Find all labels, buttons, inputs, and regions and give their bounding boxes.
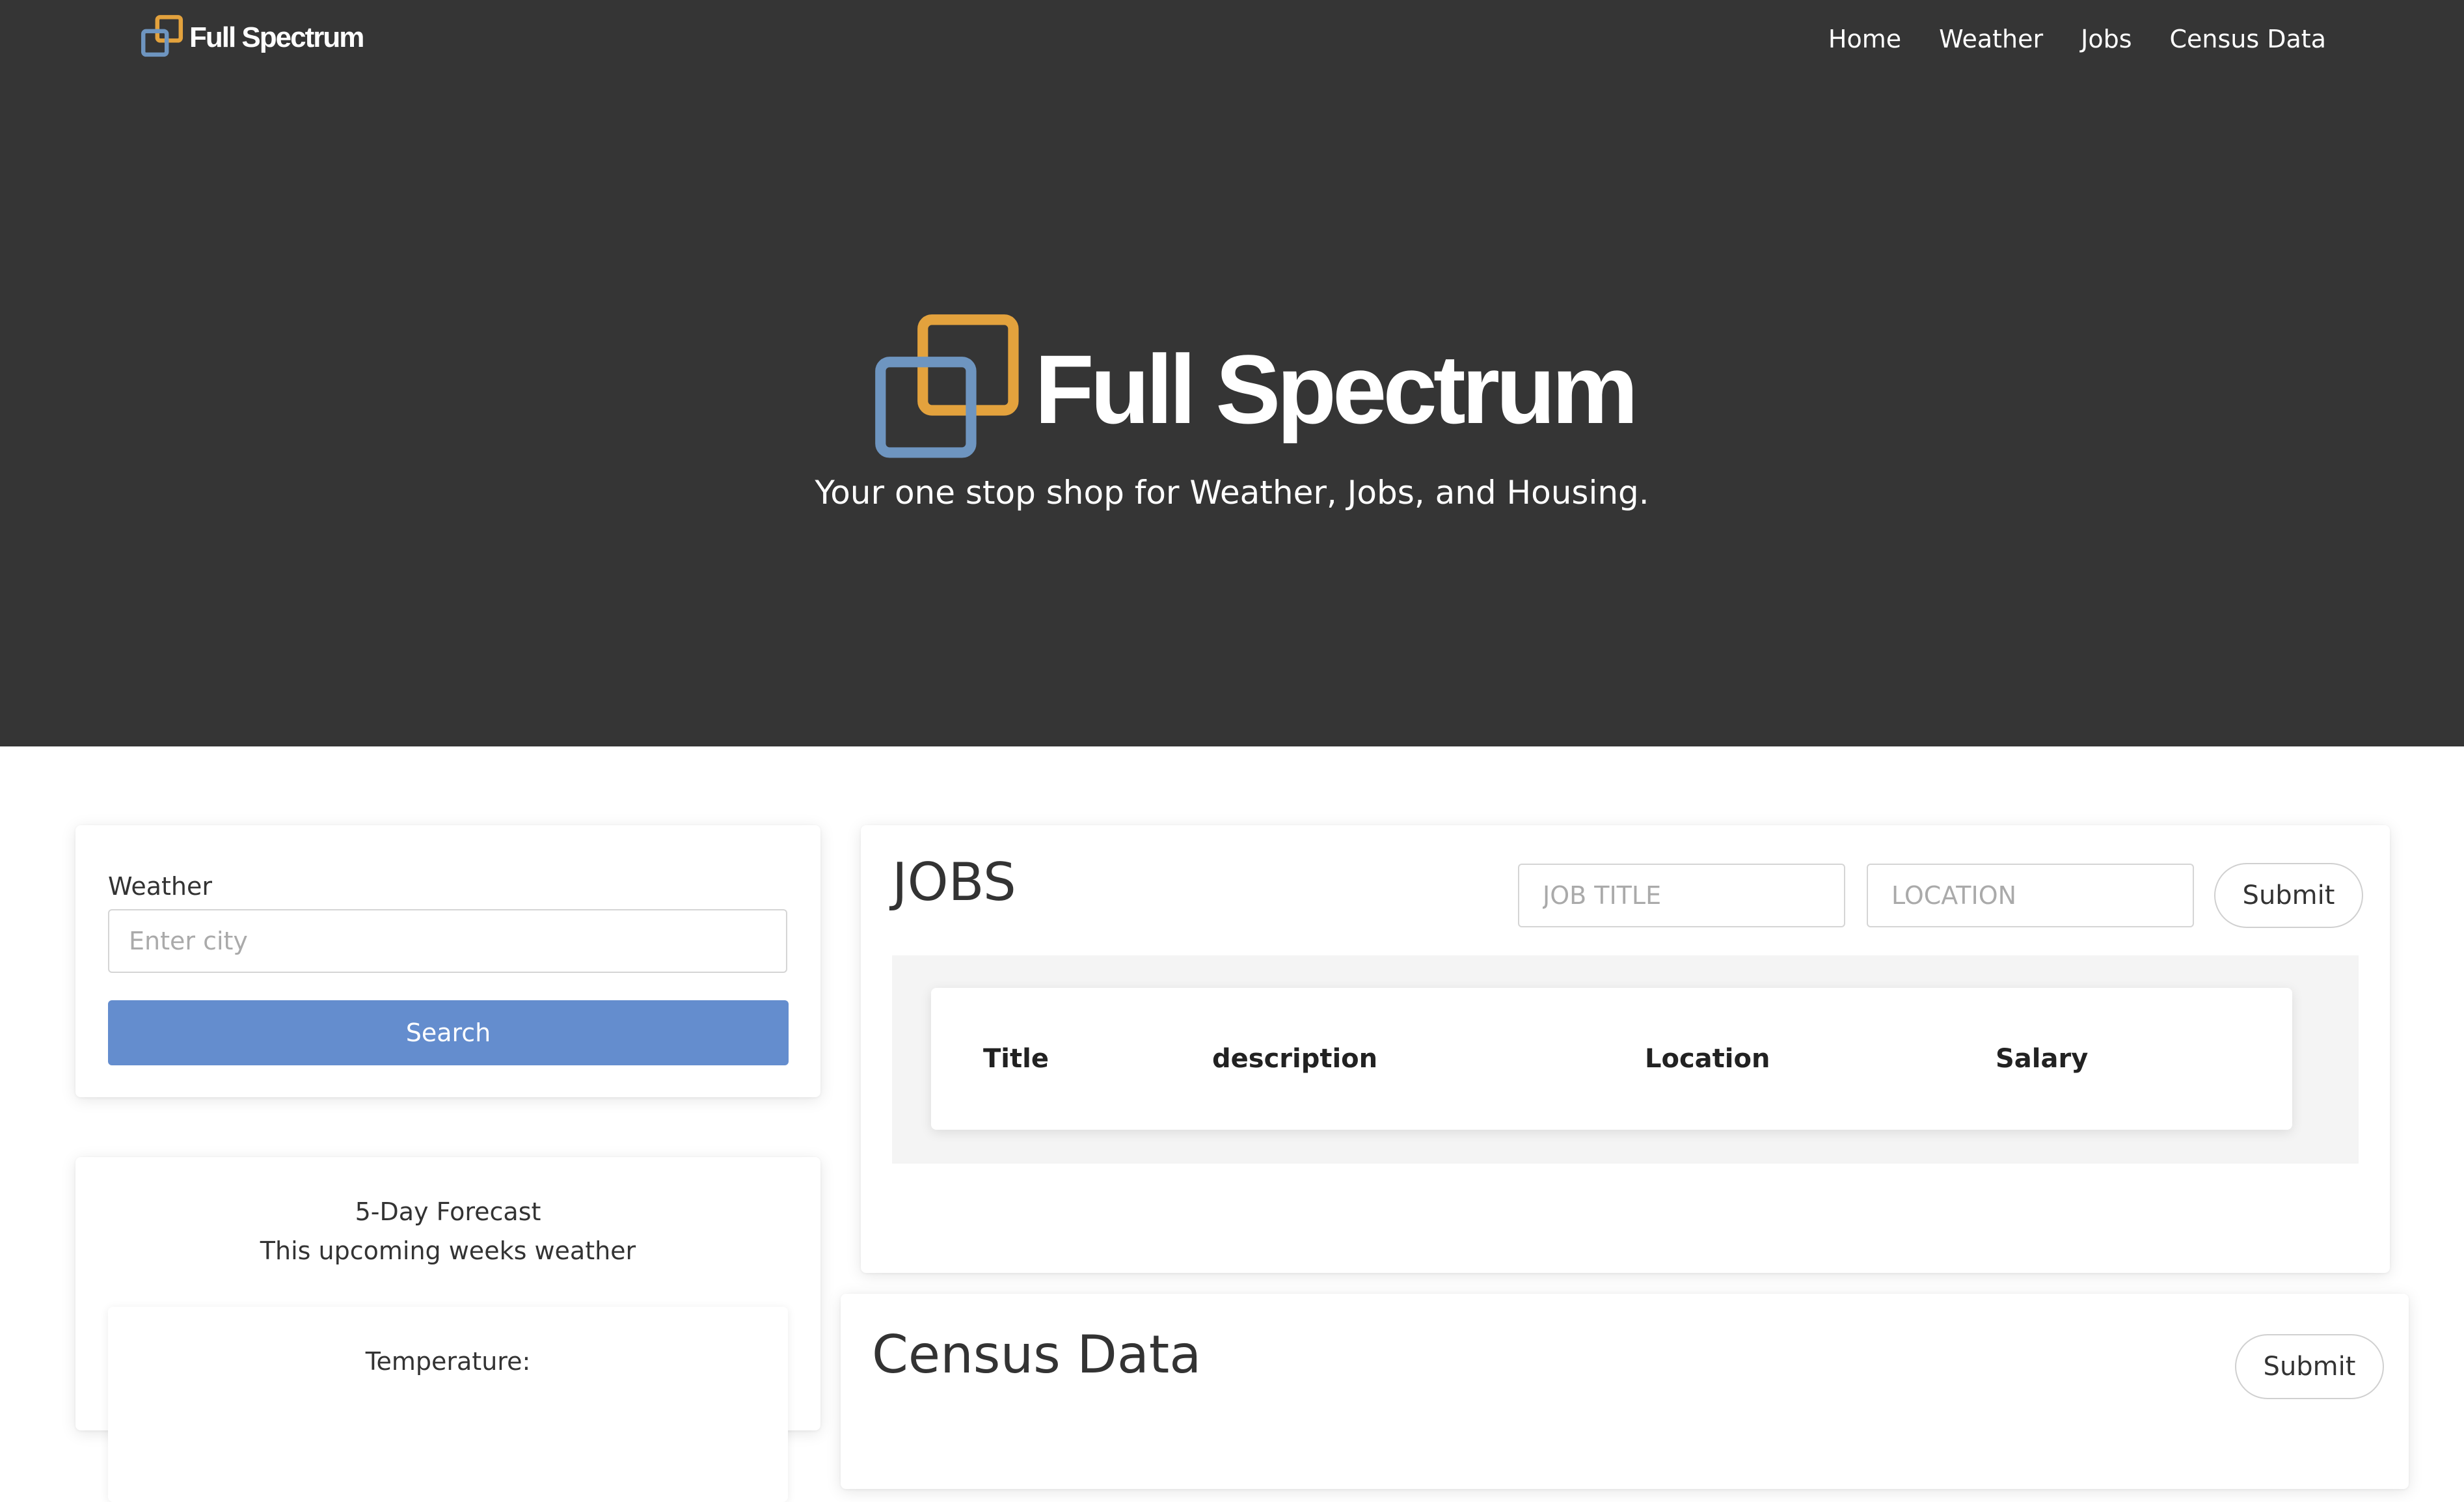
- nav-census-link[interactable]: Census Data: [2170, 20, 2327, 59]
- forecast-subtitle: This upcoming weeks weather: [260, 1236, 636, 1265]
- hero-banner: Full Spectrum Home Weather Jobs Census D…: [0, 0, 2464, 746]
- jobs-table-header: Title description Location Salary: [931, 988, 2292, 1130]
- city-input[interactable]: [108, 909, 787, 973]
- hero-logo: Full Spectrum: [874, 314, 1638, 465]
- main-nav: Home Weather Jobs Census Data: [1828, 20, 2326, 59]
- census-card: Census Data Submit: [841, 1294, 2409, 1489]
- forecast-title: 5-Day Forecast: [355, 1197, 541, 1226]
- hero-logo-text: Full Spectrum: [1035, 335, 1638, 444]
- nav-weather-link[interactable]: Weather: [1939, 20, 2043, 59]
- hero-logo-icon: [875, 314, 1019, 458]
- jobs-table-container: Title description Location Salary: [892, 955, 2359, 1164]
- column-header-salary: Salary: [1996, 1044, 2089, 1074]
- weather-label: Weather: [108, 872, 212, 901]
- census-submit-button[interactable]: Submit: [2235, 1334, 2384, 1399]
- brand-link[interactable]: Full Spectrum: [139, 14, 364, 61]
- jobs-heading: JOBS: [892, 852, 1016, 912]
- jobs-submit-button[interactable]: Submit: [2214, 863, 2363, 928]
- nav-home-link[interactable]: Home: [1828, 20, 1901, 59]
- hero-tagline: Your one stop shop for Weather, Jobs, an…: [815, 474, 1649, 512]
- nav-jobs-link[interactable]: Jobs: [2081, 20, 2132, 59]
- brand-logo-icon: [141, 15, 183, 57]
- column-header-title: Title: [983, 1044, 1049, 1074]
- job-location-input[interactable]: [1867, 864, 2194, 927]
- temperature-card: Temperature:: [108, 1307, 788, 1502]
- job-title-input[interactable]: [1518, 864, 1845, 927]
- jobs-card: JOBS Submit Title description Location S…: [861, 825, 2390, 1273]
- brand-name: Full Spectrum: [189, 21, 364, 53]
- weather-search-card: Weather Search: [75, 825, 820, 1097]
- forecast-card: 5-Day Forecast This upcoming weeks weath…: [75, 1157, 820, 1502]
- column-header-location: Location: [1645, 1044, 1770, 1074]
- search-button[interactable]: Search: [108, 1000, 789, 1065]
- column-header-description: description: [1212, 1044, 1378, 1074]
- census-heading: Census Data: [872, 1324, 1202, 1385]
- temperature-label: Temperature:: [365, 1347, 531, 1376]
